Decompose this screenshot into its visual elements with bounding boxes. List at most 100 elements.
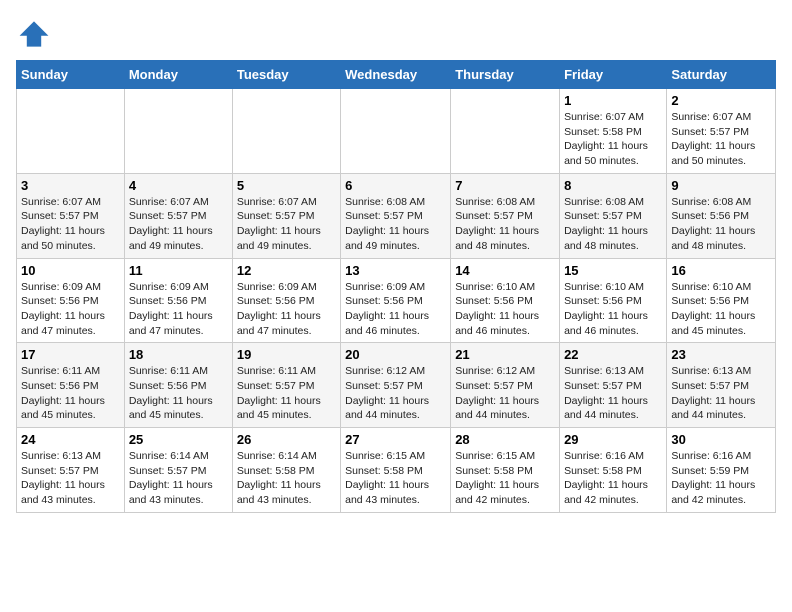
calendar-cell: 26 Sunrise: 6:14 AM Sunset: 5:58 PM Dayli…: [232, 428, 340, 513]
day-info: Sunrise: 6:10 AM Sunset: 5:56 PM Dayligh…: [671, 280, 771, 339]
day-info: Sunrise: 6:08 AM Sunset: 5:57 PM Dayligh…: [564, 195, 662, 254]
day-number: 14: [455, 263, 555, 278]
calendar-cell: 1 Sunrise: 6:07 AM Sunset: 5:58 PM Daylig…: [560, 89, 667, 174]
calendar-cell: [341, 89, 451, 174]
calendar-cell: 17Sunrise: 6:11 AM Sunset: 5:56 PM Dayli…: [17, 343, 125, 428]
day-number: 18: [129, 347, 228, 362]
day-info: Sunrise: 6:10 AM Sunset: 5:56 PM Dayligh…: [455, 280, 555, 339]
day-number: 17: [21, 347, 120, 362]
day-info: Sunrise: 6:08 AM Sunset: 5:57 PM Dayligh…: [455, 195, 555, 254]
calendar-cell: 30Sunrise: 6:16 AM Sunset: 5:59 PM Dayli…: [667, 428, 776, 513]
calendar-cell: 7 Sunrise: 6:08 AM Sunset: 5:57 PM Daylig…: [451, 173, 560, 258]
calendar-cell: 6 Sunrise: 6:08 AM Sunset: 5:57 PM Daylig…: [341, 173, 451, 258]
day-info: Sunrise: 6:14 AM Sunset: 5:58 PM Dayligh…: [237, 449, 336, 508]
calendar-cell: 18 Sunrise: 6:11 AM Sunset: 5:56 PM Dayli…: [124, 343, 232, 428]
day-number: 25: [129, 432, 228, 447]
day-number: 19: [237, 347, 336, 362]
day-info: Sunrise: 6:13 AM Sunset: 5:57 PM Dayligh…: [564, 364, 662, 423]
day-info: Sunrise: 6:08 AM Sunset: 5:57 PM Dayligh…: [345, 195, 446, 254]
logo-icon: [16, 16, 52, 52]
weekday-header: Sunday: [17, 61, 125, 89]
day-number: 29: [564, 432, 662, 447]
day-number: 6: [345, 178, 446, 193]
calendar-cell: 11 Sunrise: 6:09 AM Sunset: 5:56 PM Dayli…: [124, 258, 232, 343]
day-number: 28: [455, 432, 555, 447]
day-number: 13: [345, 263, 446, 278]
day-info: Sunrise: 6:07 AM Sunset: 5:57 PM Dayligh…: [237, 195, 336, 254]
calendar-cell: 21Sunrise: 6:12 AM Sunset: 5:57 PM Dayli…: [451, 343, 560, 428]
day-info: Sunrise: 6:08 AM Sunset: 5:56 PM Dayligh…: [671, 195, 771, 254]
day-info: Sunrise: 6:16 AM Sunset: 5:58 PM Dayligh…: [564, 449, 662, 508]
weekday-header: Wednesday: [341, 61, 451, 89]
day-info: Sunrise: 6:11 AM Sunset: 5:56 PM Dayligh…: [129, 364, 228, 423]
day-number: 27: [345, 432, 446, 447]
weekday-header: Friday: [560, 61, 667, 89]
day-info: Sunrise: 6:12 AM Sunset: 5:57 PM Dayligh…: [345, 364, 446, 423]
day-info: Sunrise: 6:12 AM Sunset: 5:57 PM Dayligh…: [455, 364, 555, 423]
calendar-cell: 25 Sunrise: 6:14 AM Sunset: 5:57 PM Dayli…: [124, 428, 232, 513]
calendar-cell: 23Sunrise: 6:13 AM Sunset: 5:57 PM Dayli…: [667, 343, 776, 428]
calendar-cell: [124, 89, 232, 174]
day-info: Sunrise: 6:10 AM Sunset: 5:56 PM Dayligh…: [564, 280, 662, 339]
day-number: 11: [129, 263, 228, 278]
day-number: 5: [237, 178, 336, 193]
day-number: 1: [564, 93, 662, 108]
day-info: Sunrise: 6:15 AM Sunset: 5:58 PM Dayligh…: [345, 449, 446, 508]
calendar-cell: 22 Sunrise: 6:13 AM Sunset: 5:57 PM Dayli…: [560, 343, 667, 428]
calendar-cell: 19 Sunrise: 6:11 AM Sunset: 5:57 PM Dayli…: [232, 343, 340, 428]
calendar-body: 1 Sunrise: 6:07 AM Sunset: 5:58 PM Daylig…: [17, 89, 776, 513]
day-number: 20: [345, 347, 446, 362]
day-number: 3: [21, 178, 120, 193]
weekday-header: Monday: [124, 61, 232, 89]
calendar-cell: 20 Sunrise: 6:12 AM Sunset: 5:57 PM Dayli…: [341, 343, 451, 428]
calendar-week-row: 3 Sunrise: 6:07 AM Sunset: 5:57 PM Daylig…: [17, 173, 776, 258]
calendar-week-row: 1 Sunrise: 6:07 AM Sunset: 5:58 PM Daylig…: [17, 89, 776, 174]
calendar-cell: 12 Sunrise: 6:09 AM Sunset: 5:56 PM Dayli…: [232, 258, 340, 343]
calendar-week-row: 10 Sunrise: 6:09 AM Sunset: 5:56 PM Dayli…: [17, 258, 776, 343]
day-number: 30: [671, 432, 771, 447]
day-number: 2: [671, 93, 771, 108]
day-info: Sunrise: 6:09 AM Sunset: 5:56 PM Dayligh…: [237, 280, 336, 339]
day-number: 7: [455, 178, 555, 193]
weekday-header: Tuesday: [232, 61, 340, 89]
calendar-cell: [17, 89, 125, 174]
day-info: Sunrise: 6:09 AM Sunset: 5:56 PM Dayligh…: [21, 280, 120, 339]
day-number: 12: [237, 263, 336, 278]
calendar-week-row: 24 Sunrise: 6:13 AM Sunset: 5:57 PM Dayli…: [17, 428, 776, 513]
day-info: Sunrise: 6:15 AM Sunset: 5:58 PM Dayligh…: [455, 449, 555, 508]
day-info: Sunrise: 6:13 AM Sunset: 5:57 PM Dayligh…: [671, 364, 771, 423]
day-info: Sunrise: 6:07 AM Sunset: 5:58 PM Dayligh…: [564, 110, 662, 169]
day-info: Sunrise: 6:09 AM Sunset: 5:56 PM Dayligh…: [345, 280, 446, 339]
day-number: 24: [21, 432, 120, 447]
day-number: 15: [564, 263, 662, 278]
calendar-cell: [451, 89, 560, 174]
day-info: Sunrise: 6:13 AM Sunset: 5:57 PM Dayligh…: [21, 449, 120, 508]
day-info: Sunrise: 6:09 AM Sunset: 5:56 PM Dayligh…: [129, 280, 228, 339]
page-header: [16, 16, 776, 52]
calendar-cell: 28 Sunrise: 6:15 AM Sunset: 5:58 PM Dayli…: [451, 428, 560, 513]
calendar-cell: 10 Sunrise: 6:09 AM Sunset: 5:56 PM Dayli…: [17, 258, 125, 343]
calendar-cell: 24 Sunrise: 6:13 AM Sunset: 5:57 PM Dayli…: [17, 428, 125, 513]
day-number: 22: [564, 347, 662, 362]
day-number: 10: [21, 263, 120, 278]
day-info: Sunrise: 6:07 AM Sunset: 5:57 PM Dayligh…: [21, 195, 120, 254]
calendar-cell: 29 Sunrise: 6:16 AM Sunset: 5:58 PM Dayli…: [560, 428, 667, 513]
calendar-cell: 2 Sunrise: 6:07 AM Sunset: 5:57 PM Daylig…: [667, 89, 776, 174]
day-number: 26: [237, 432, 336, 447]
calendar-cell: 8Sunrise: 6:08 AM Sunset: 5:57 PM Daylig…: [560, 173, 667, 258]
calendar-cell: 15 Sunrise: 6:10 AM Sunset: 5:56 PM Dayli…: [560, 258, 667, 343]
weekday-header: Thursday: [451, 61, 560, 89]
day-info: Sunrise: 6:14 AM Sunset: 5:57 PM Dayligh…: [129, 449, 228, 508]
calendar-cell: 4 Sunrise: 6:07 AM Sunset: 5:57 PM Daylig…: [124, 173, 232, 258]
calendar-week-row: 17 Sunrise: 6:11 AM Sunset: 5:56 PM Dayli…: [17, 343, 776, 428]
logo: [16, 16, 56, 52]
calendar-table: SundayMondayTuesdayWednesdayThursdayFrid…: [16, 60, 776, 513]
day-info: Sunrise: 6:11 AM Sunset: 5:57 PM Dayligh…: [237, 364, 336, 423]
calendar-cell: 13 Sunrise: 6:09 AM Sunset: 5:56 PM Dayli…: [341, 258, 451, 343]
calendar-header-row: SundayMondayTuesdayWednesdayThursdayFrid…: [17, 61, 776, 89]
day-info: Sunrise: 6:07 AM Sunset: 5:57 PM Dayligh…: [129, 195, 228, 254]
calendar-cell: 27 Sunrise: 6:15 AM Sunset: 5:58 PM Dayli…: [341, 428, 451, 513]
calendar-cell: 14 Sunrise: 6:10 AM Sunset: 5:56 PM Dayli…: [451, 258, 560, 343]
day-number: 4: [129, 178, 228, 193]
day-info: Sunrise: 6:07 AM Sunset: 5:57 PM Dayligh…: [671, 110, 771, 169]
